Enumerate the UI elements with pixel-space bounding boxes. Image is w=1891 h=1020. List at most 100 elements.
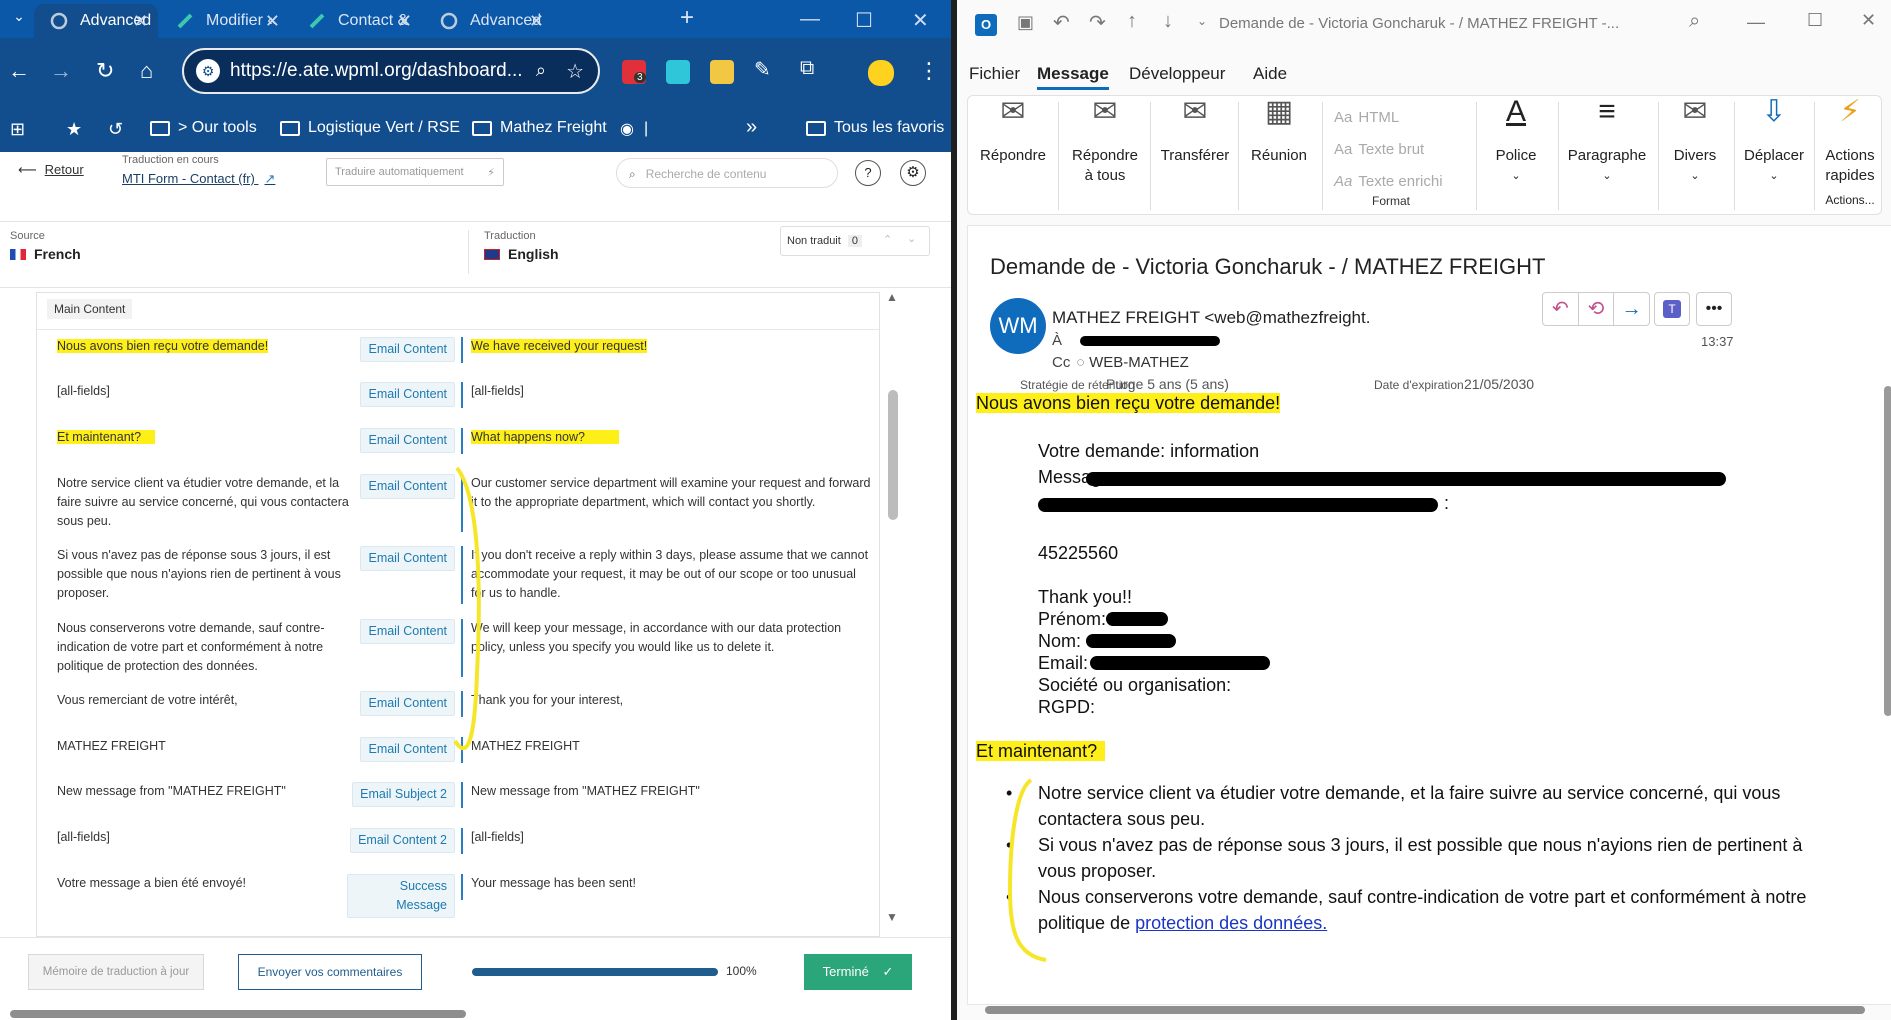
move-button[interactable]: ⇩ Déplacer ⌄ — [1738, 95, 1810, 186]
shield-extension-icon[interactable] — [666, 60, 690, 84]
bookmark-logistique[interactable]: Logistique Vert / RSE — [280, 119, 460, 137]
customize-icon[interactable]: ⌄ — [1197, 14, 1207, 28]
reply-arrow-icon[interactable]: ↶ — [1543, 293, 1579, 325]
menu-developpeur[interactable]: Développeur — [1129, 64, 1225, 84]
more-options-icon[interactable]: ••• — [1696, 292, 1732, 326]
bookmark-star-icon[interactable]: ☆ — [566, 59, 584, 84]
apps-grid-icon[interactable]: ⊞ — [10, 119, 25, 140]
window-close-icon[interactable]: ✕ — [912, 8, 929, 33]
eyedropper-icon[interactable]: ✎ — [754, 57, 778, 81]
maximize-icon[interactable]: ☐ — [1807, 10, 1823, 31]
new-tab-icon[interactable]: + — [680, 4, 694, 32]
feedback-button[interactable]: Envoyer vos commentaires — [238, 954, 422, 990]
minimize-icon[interactable]: — — [1747, 12, 1765, 33]
auto-translate-button[interactable]: Traduire automatiquement ⚡ — [326, 158, 504, 186]
font-button[interactable]: A Police ⌄ — [1484, 97, 1548, 186]
reload-icon[interactable]: ↻ — [96, 58, 114, 84]
job-title-link[interactable]: MTI Form - Contact (fr) ↗ — [122, 171, 275, 187]
scroll-down-arrow-icon[interactable]: ▼ — [886, 910, 898, 924]
chevron-down-icon[interactable]: ⌄ — [907, 232, 916, 245]
down-arrow-icon[interactable]: ↓ — [1163, 10, 1173, 33]
ribbon-separator — [1150, 102, 1151, 210]
maximize-icon[interactable]: ☐ — [855, 8, 873, 33]
home-icon[interactable]: ⌂ — [140, 58, 153, 84]
bookmark-all[interactable]: Tous les favoris — [806, 119, 944, 137]
sheet-extension-icon[interactable] — [710, 60, 734, 84]
menu-aide[interactable]: Aide — [1253, 64, 1287, 84]
misc-button[interactable]: ✉ Divers ⌄ — [1662, 97, 1728, 186]
untranslated-filter[interactable]: Non traduit 0 ⌃ ⌄ — [780, 226, 930, 256]
outlook-h-scrollbar[interactable] — [985, 1006, 1865, 1014]
format-group: Aa HTML Aa Texte brut Aa Texte enrichi — [1334, 102, 1464, 198]
bullet-text: Notre service client va étudier votre de… — [1038, 783, 1781, 829]
heading2-text: Et maintenant? — [976, 741, 1106, 761]
url-bar[interactable]: ⚙ https://e.ate.wpml.org/dashboard... ⌕ … — [182, 48, 600, 94]
calendar-extension-icon[interactable]: 3 — [622, 60, 646, 84]
done-button[interactable]: Terminé ✓ — [804, 954, 912, 990]
sender[interactable]: MATHEZ FREIGHT <web@mathezfreight. — [1052, 308, 1370, 328]
close-icon[interactable]: ✕ — [133, 11, 148, 32]
extensions-puzzle-icon[interactable]: ⧉ — [800, 57, 824, 81]
reply-all-arrow-icon[interactable]: ⟲ — [1579, 293, 1615, 325]
meeting-button[interactable]: ▦ Réunion — [1244, 95, 1314, 166]
move-icon: ⇩ — [1761, 95, 1787, 128]
close-icon[interactable]: ✕ — [397, 11, 412, 32]
forward-button[interactable]: ✉ Transférer — [1156, 97, 1234, 166]
privacy-link[interactable]: protection des données. — [1135, 913, 1327, 933]
arrow-left-icon: ⟵ — [18, 162, 37, 177]
quick-actions-label-2: rapides — [1825, 167, 1875, 184]
tab-advanced-2[interactable]: Advanced ✕ — [424, 4, 554, 38]
help-icon[interactable]: ? — [855, 160, 881, 186]
menu-message[interactable]: Message — [1037, 64, 1109, 90]
bookmark-label: | — [643, 120, 649, 137]
bookmark-mathez[interactable]: Mathez Freight — [472, 119, 607, 137]
chevron-up-icon[interactable]: ⌃ — [883, 233, 892, 246]
memory-button[interactable]: Mémoire de traduction à jour — [28, 954, 204, 990]
editor-scrollbar[interactable] — [888, 390, 898, 520]
cc-value[interactable]: ○ WEB-MATHEZ — [1076, 354, 1189, 371]
undo-icon[interactable]: ↶ — [1053, 10, 1070, 35]
calendar-icon: ▦ — [1264, 95, 1294, 128]
close-icon[interactable]: ✕ — [265, 11, 280, 32]
bookmark-our-tools[interactable]: > Our tools — [150, 119, 257, 137]
reply-button[interactable]: ✉ Répondre — [978, 97, 1048, 166]
search-icon[interactable]: ⌕ — [536, 60, 546, 81]
html-option[interactable]: Aa HTML — [1334, 102, 1464, 134]
wpml-favicon-icon — [438, 10, 460, 32]
history-icon[interactable]: ↺ — [108, 119, 123, 140]
menu-fichier[interactable]: Fichier — [969, 64, 1020, 84]
mail-scrollbar[interactable] — [1884, 386, 1891, 716]
save-icon[interactable]: ▣ — [1017, 12, 1034, 33]
site-settings-icon[interactable]: ⚙ — [196, 59, 220, 83]
reply-label: Répondre — [980, 147, 1046, 164]
settings-gear-icon[interactable]: ⚙ — [900, 160, 926, 186]
more-bookmarks[interactable]: » — [746, 116, 757, 139]
reply-all-button[interactable]: ✉ Répondre à tous — [1066, 97, 1144, 186]
paragraph-button[interactable]: ≡ Paragraphe ⌄ — [1564, 97, 1650, 186]
profile-avatar[interactable] — [868, 60, 894, 86]
close-icon[interactable]: ✕ — [529, 11, 544, 32]
tab-contact[interactable]: Contact & ✕ — [292, 4, 422, 38]
content-search-input[interactable]: ⌕ Recherche de contenu — [616, 158, 838, 188]
tab-search-icon[interactable]: ⌄ — [6, 8, 32, 32]
tab-modifier[interactable]: Modifier « ✕ — [160, 4, 290, 38]
scroll-up-arrow-icon[interactable]: ▲ — [886, 290, 898, 304]
back-link[interactable]: ⟵ Retour — [18, 162, 84, 178]
redo-icon[interactable]: ↷ — [1089, 10, 1106, 35]
window-close-icon[interactable]: ✕ — [1861, 10, 1876, 31]
horizontal-scrollbar[interactable] — [10, 1010, 466, 1018]
plain-option[interactable]: Aa Texte brut — [1334, 134, 1464, 166]
minimize-icon[interactable]: — — [800, 8, 820, 31]
star-icon[interactable]: ★ — [66, 119, 82, 140]
forward-arrow-icon[interactable]: → — [50, 58, 72, 84]
back-arrow-icon[interactable]: ← — [8, 58, 30, 84]
up-arrow-icon[interactable]: ↑ — [1127, 10, 1137, 33]
quick-actions-button[interactable]: ⚡ Actions rapides Actions... — [1820, 97, 1880, 210]
forward-arrow-icon[interactable]: → — [1614, 293, 1649, 325]
bookmark-globe[interactable]: ◉ | — [620, 119, 648, 139]
menu-dots-icon[interactable]: ⋮ — [918, 58, 940, 84]
bookmark-label: Tous les favoris — [834, 119, 945, 136]
tab-advanced-active[interactable]: Advanced ✕ — [34, 4, 158, 38]
search-icon[interactable]: ⌕ — [1689, 10, 1700, 33]
teams-icon[interactable]: T — [1654, 292, 1690, 326]
